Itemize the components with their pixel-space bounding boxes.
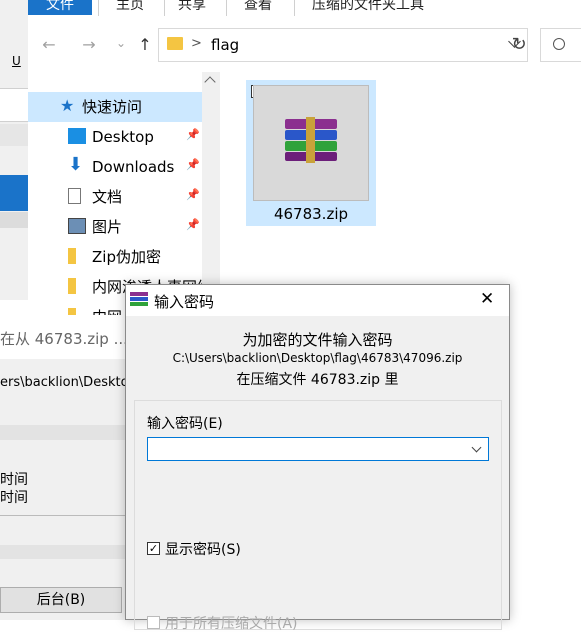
dialog-title: 输入密码 bbox=[154, 293, 215, 311]
archive-name-line: 在压缩文件 46783.zip 里 bbox=[236, 372, 399, 388]
sidebar-item-label: Zip伪加密 bbox=[92, 248, 161, 266]
file-explorer-window: 文件 主页 共享 查看 压缩的文件夹工具 ← → ⌄ ↑ > flag ↻ ★ … bbox=[28, 0, 581, 326]
strip-selected bbox=[0, 175, 28, 211]
pin-icon[interactable]: 📌 bbox=[186, 128, 200, 141]
archive-path: ers\backlion\Desktop\f bbox=[0, 375, 146, 390]
divider bbox=[294, 0, 295, 16]
document-icon bbox=[68, 188, 81, 204]
apply-all-checkbox[interactable] bbox=[147, 616, 160, 629]
window-title: 在从 46783.zip ... bbox=[0, 330, 128, 348]
search-box[interactable] bbox=[540, 28, 581, 62]
file-item[interactable]: ✓ 46783.zip bbox=[246, 80, 376, 226]
dialog-title-bar: 输入密码 ✕ bbox=[126, 285, 509, 316]
picture-icon bbox=[68, 218, 86, 234]
background-button[interactable]: 后台(B) bbox=[0, 587, 122, 613]
back-arrow-icon[interactable]: ← bbox=[38, 34, 60, 56]
divider bbox=[0, 515, 127, 516]
file-list: ✓ 46783.zip bbox=[220, 72, 581, 302]
star-icon: ★ bbox=[60, 96, 75, 115]
sidebar-item-downloads[interactable]: ⬇ Downloads 📌 bbox=[28, 152, 202, 182]
divider bbox=[226, 0, 227, 16]
navigation-bar: ← → ⌄ ↑ > flag ↻ bbox=[28, 28, 581, 64]
refresh-icon[interactable]: ↻ bbox=[508, 34, 530, 56]
recent-locations-chevron-icon[interactable]: ⌄ bbox=[110, 32, 132, 54]
desktop-icon bbox=[68, 128, 86, 144]
navigation-pane: ★ 快速访问 Desktop 📌 ⬇ Downloads 📌 文档 📌 图片 📌… bbox=[28, 92, 218, 326]
sidebar-item-label: Downloads bbox=[92, 158, 175, 176]
pin-icon[interactable]: 📌 bbox=[186, 218, 200, 231]
remaining-time-label: 时间 bbox=[0, 490, 28, 506]
ribbon-tabs: 文件 主页 共享 查看 压缩的文件夹工具 bbox=[28, 0, 581, 16]
sidebar-item-label: Desktop bbox=[92, 128, 154, 146]
sidebar-item-pictures[interactable]: 图片 📌 bbox=[28, 212, 202, 242]
address-bar[interactable]: > flag bbox=[158, 28, 528, 62]
close-icon[interactable]: ✕ bbox=[480, 289, 494, 309]
tab-compressed-folder-tools[interactable]: 压缩的文件夹工具 bbox=[312, 0, 424, 15]
background-window-edge: U bbox=[0, 0, 28, 300]
scroll-up-icon[interactable] bbox=[204, 76, 216, 88]
title-bar: 在从 46783.zip ... bbox=[0, 315, 128, 359]
password-label: 输入密码(E) bbox=[147, 416, 223, 432]
tab-share[interactable]: 共享 bbox=[178, 0, 206, 15]
password-input[interactable] bbox=[147, 437, 489, 461]
address-folder-label[interactable]: flag bbox=[211, 36, 239, 54]
download-arrow-icon: ⬇ bbox=[68, 154, 84, 175]
sidebar-item-quick-access[interactable]: ★ 快速访问 bbox=[28, 92, 202, 122]
sidebar-item-label: 文档 bbox=[92, 188, 123, 206]
divider bbox=[164, 0, 165, 16]
chevron-down-icon[interactable] bbox=[471, 442, 482, 453]
encrypted-file-path: C:\Users\backlion\Desktop\flag\46783\470… bbox=[172, 351, 463, 365]
show-password-label[interactable]: 显示密码(S) bbox=[165, 539, 241, 559]
strip-white bbox=[0, 88, 28, 122]
progress-track-2 bbox=[0, 545, 127, 559]
extraction-progress-window: 在从 46783.zip ... ers\backlion\Desktop\f … bbox=[0, 315, 146, 620]
elapsed-time-label: 时间 bbox=[0, 472, 28, 488]
sidebar-scrollbar[interactable] bbox=[202, 72, 220, 302]
pin-icon[interactable]: 📌 bbox=[186, 158, 200, 171]
sidebar-item-documents[interactable]: 文档 📌 bbox=[28, 182, 202, 212]
tab-view[interactable]: 查看 bbox=[244, 0, 272, 15]
winrar-archive-icon bbox=[285, 117, 337, 163]
path-separator-icon: > bbox=[191, 36, 202, 51]
progress-track bbox=[0, 425, 127, 440]
strip-gray bbox=[0, 124, 28, 146]
dialog-heading: 为加密的文件输入密码 bbox=[242, 331, 393, 349]
tab-file[interactable]: 文件 bbox=[28, 0, 92, 15]
forward-arrow-icon[interactable]: → bbox=[78, 34, 100, 56]
folder-icon bbox=[68, 248, 76, 264]
apply-all-label[interactable]: 用于所有压缩文件(A) bbox=[165, 613, 298, 633]
show-password-checkbox[interactable]: ✓ bbox=[147, 542, 160, 555]
hotkey-letter: U bbox=[12, 54, 21, 68]
file-name: 46783.zip bbox=[273, 205, 349, 223]
sidebar-item-label: 图片 bbox=[92, 218, 123, 236]
folder-icon bbox=[68, 278, 76, 294]
winrar-icon bbox=[130, 292, 148, 308]
folder-icon bbox=[167, 37, 183, 50]
search-icon bbox=[553, 38, 565, 50]
password-group: 输入密码(E) ✓ 显示密码(S) 用于所有压缩文件(A) bbox=[134, 400, 502, 633]
tab-home[interactable]: 主页 bbox=[116, 0, 144, 15]
divider bbox=[98, 0, 99, 16]
strip bbox=[0, 0, 28, 26]
pin-icon[interactable]: 📌 bbox=[186, 188, 200, 201]
sidebar-item-desktop[interactable]: Desktop 📌 bbox=[28, 122, 202, 152]
enter-password-dialog: 输入密码 ✕ 为加密的文件输入密码 C:\Users\backlion\Desk… bbox=[125, 284, 510, 632]
sidebar-item-zip-fake-encryption[interactable]: Zip伪加密 bbox=[28, 242, 202, 272]
sidebar-item-label: 快速访问 bbox=[82, 98, 143, 116]
underline-hotkey: U bbox=[0, 54, 28, 68]
strip-gray-2 bbox=[0, 212, 28, 228]
up-arrow-icon[interactable]: ↑ bbox=[134, 34, 156, 56]
